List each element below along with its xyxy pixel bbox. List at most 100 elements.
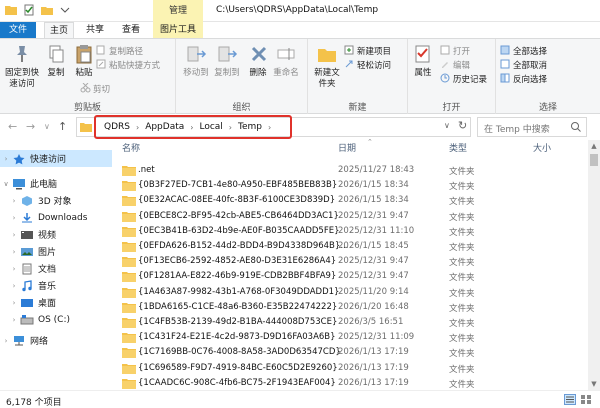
paste-icon bbox=[76, 45, 92, 64]
open-button[interactable]: 打开 bbox=[440, 45, 470, 58]
window-title: C:\Users\QDRS\AppData\Local\Temp bbox=[216, 5, 379, 15]
delete-button[interactable]: 删除 bbox=[248, 43, 268, 79]
nav-label: 文档 bbox=[38, 265, 57, 275]
breadcrumb-item[interactable]: QDRS bbox=[104, 122, 130, 132]
file-date: 2025/12/31 9:47 bbox=[338, 271, 409, 282]
chevron-right-icon[interactable]: › bbox=[8, 248, 20, 256]
tab-home[interactable]: 主页 bbox=[44, 22, 74, 38]
tab-picture-tools[interactable]: 图片工具 bbox=[153, 22, 203, 38]
breadcrumb-item[interactable]: AppData bbox=[145, 122, 184, 132]
download-icon bbox=[22, 212, 32, 222]
chevron-down-icon[interactable] bbox=[58, 3, 72, 17]
edit-button[interactable]: 编辑 bbox=[440, 59, 470, 72]
nav-item-videos[interactable]: › 视频 bbox=[0, 226, 112, 243]
column-header-date[interactable]: 日期 bbox=[338, 140, 356, 158]
nav-item-downloads[interactable]: › Downloads bbox=[0, 209, 112, 226]
nav-item-3d-objects[interactable]: › 3D 对象 bbox=[0, 192, 112, 209]
chevron-right-icon[interactable]: › bbox=[8, 231, 20, 239]
breadcrumb-separator-icon[interactable]: › bbox=[136, 123, 139, 132]
nav-item-desktop[interactable]: › 桌面 bbox=[0, 294, 112, 311]
up-icon[interactable]: ↑ bbox=[58, 120, 67, 133]
star-icon bbox=[13, 153, 25, 164]
nav-item-documents[interactable]: › 文档 bbox=[0, 260, 112, 277]
breadcrumb-item[interactable]: Local bbox=[199, 122, 222, 132]
scroll-up-icon[interactable]: ▲ bbox=[588, 140, 600, 152]
breadcrumb: QDRS › AppData › Local › Temp › bbox=[104, 122, 271, 132]
search-icon bbox=[571, 122, 581, 132]
history-button[interactable]: 历史记录 bbox=[440, 73, 487, 86]
computer-icon bbox=[13, 178, 25, 189]
chevron-right-icon[interactable]: › bbox=[0, 337, 12, 345]
nav-item-this-pc[interactable]: ∨ 此电脑 bbox=[0, 175, 112, 192]
details-view-icon[interactable] bbox=[564, 394, 576, 405]
breadcrumb-separator-icon[interactable]: › bbox=[268, 123, 271, 132]
chevron-right-icon[interactable]: › bbox=[8, 265, 20, 273]
folder-icon bbox=[122, 181, 136, 192]
invert-selection-button[interactable]: 反向选择 bbox=[500, 73, 547, 86]
tab-file[interactable]: 文件 bbox=[0, 22, 36, 38]
chevron-right-icon[interactable]: › bbox=[8, 299, 20, 307]
easy-access-button[interactable]: 轻松访问 bbox=[344, 59, 391, 72]
properties-button[interactable]: 属性 bbox=[412, 43, 434, 79]
picture-icon bbox=[21, 247, 33, 256]
easy-access-label: 轻松访问 bbox=[357, 61, 392, 71]
manage-tab[interactable]: 管理 bbox=[153, 0, 203, 22]
breadcrumb-separator-icon[interactable]: › bbox=[229, 123, 232, 132]
copy-path-button[interactable]: 复制路径 bbox=[96, 45, 143, 58]
nav-label: 视频 bbox=[38, 231, 57, 241]
scroll-down-icon[interactable]: ▼ bbox=[588, 378, 600, 390]
copy-to-button[interactable]: 复制到 bbox=[212, 43, 242, 79]
open-group: 属性 打开 编辑 历史记录 打开 bbox=[408, 39, 496, 115]
column-header-size[interactable]: 大小 bbox=[533, 140, 551, 158]
scrollbar-thumb[interactable] bbox=[590, 154, 598, 166]
new-item-icon bbox=[344, 45, 354, 55]
nav-item-music[interactable]: › 音乐 bbox=[0, 277, 112, 294]
file-name: {1CAADC6C-908C-4fb6-BC75-2F1943EAF004} bbox=[138, 377, 336, 388]
chevron-down-icon[interactable]: ∨ bbox=[0, 180, 12, 188]
chevron-right-icon[interactable]: › bbox=[8, 282, 20, 290]
vertical-scrollbar[interactable]: ▲ ▼ bbox=[588, 140, 600, 390]
new-folder-icon[interactable] bbox=[40, 3, 54, 17]
nav-item-network[interactable]: › 网络 bbox=[0, 332, 112, 349]
search-box[interactable]: 在 Temp 中搜索 bbox=[477, 117, 587, 137]
refresh-icon[interactable]: ↻ bbox=[458, 119, 467, 132]
rename-button[interactable]: 重命名 bbox=[272, 43, 300, 79]
file-date: 2026/1/13 17:19 bbox=[338, 362, 409, 373]
properties-icon[interactable] bbox=[22, 3, 36, 17]
select-none-button[interactable]: 全部取消 bbox=[500, 59, 547, 72]
chevron-right-icon[interactable]: › bbox=[0, 155, 12, 163]
copy-button[interactable]: 复制 bbox=[44, 43, 68, 79]
new-folder-button[interactable]: 新建文件夹 bbox=[312, 43, 342, 90]
chevron-right-icon[interactable]: › bbox=[8, 214, 20, 222]
paste-shortcut-button[interactable]: 粘贴快捷方式 bbox=[96, 59, 160, 72]
column-header-name[interactable]: 名称 bbox=[122, 140, 140, 158]
open-group-label: 打开 bbox=[442, 103, 461, 113]
folder-icon bbox=[122, 166, 136, 176]
nav-item-pictures[interactable]: › 图片 bbox=[0, 243, 112, 260]
file-name: {0B3F27ED-7CB1-4e80-A950-EBF485BEB83B} bbox=[138, 180, 338, 191]
large-icons-view-icon[interactable] bbox=[580, 394, 592, 405]
back-icon[interactable]: ← bbox=[8, 120, 17, 133]
nav-item-quick-access[interactable]: › 快速访问 bbox=[0, 150, 112, 167]
column-header-type[interactable]: 类型 bbox=[449, 140, 467, 158]
nav-item-os-c[interactable]: › OS (C:) bbox=[0, 311, 112, 328]
cut-small-button[interactable]: 剪切 bbox=[80, 83, 110, 96]
chevron-right-icon[interactable]: › bbox=[8, 197, 20, 205]
chevron-right-icon[interactable]: › bbox=[8, 316, 20, 324]
select-none-icon bbox=[500, 59, 510, 69]
breadcrumb-separator-icon[interactable]: › bbox=[190, 123, 193, 132]
forward-icon[interactable]: → bbox=[26, 120, 35, 133]
tab-share[interactable]: 共享 bbox=[80, 22, 110, 38]
open-icon bbox=[440, 45, 450, 55]
paste-button[interactable]: 粘贴 bbox=[72, 43, 96, 79]
select-all-button[interactable]: 全部选择 bbox=[500, 45, 547, 58]
breadcrumb-item[interactable]: Temp bbox=[238, 122, 262, 132]
select-none-label: 全部取消 bbox=[513, 61, 548, 71]
search-input[interactable]: 在 Temp 中搜索 bbox=[484, 122, 550, 135]
tab-view[interactable]: 查看 bbox=[116, 22, 146, 38]
pin-quick-access-button[interactable]: 固定到快速访问 bbox=[4, 43, 40, 90]
recent-locations-icon[interactable]: ∨ bbox=[44, 122, 50, 131]
move-to-button[interactable]: 移动到 bbox=[182, 43, 210, 79]
address-dropdown-icon[interactable]: ∨ bbox=[444, 121, 450, 130]
new-item-button[interactable]: 新建项目 bbox=[344, 45, 391, 58]
